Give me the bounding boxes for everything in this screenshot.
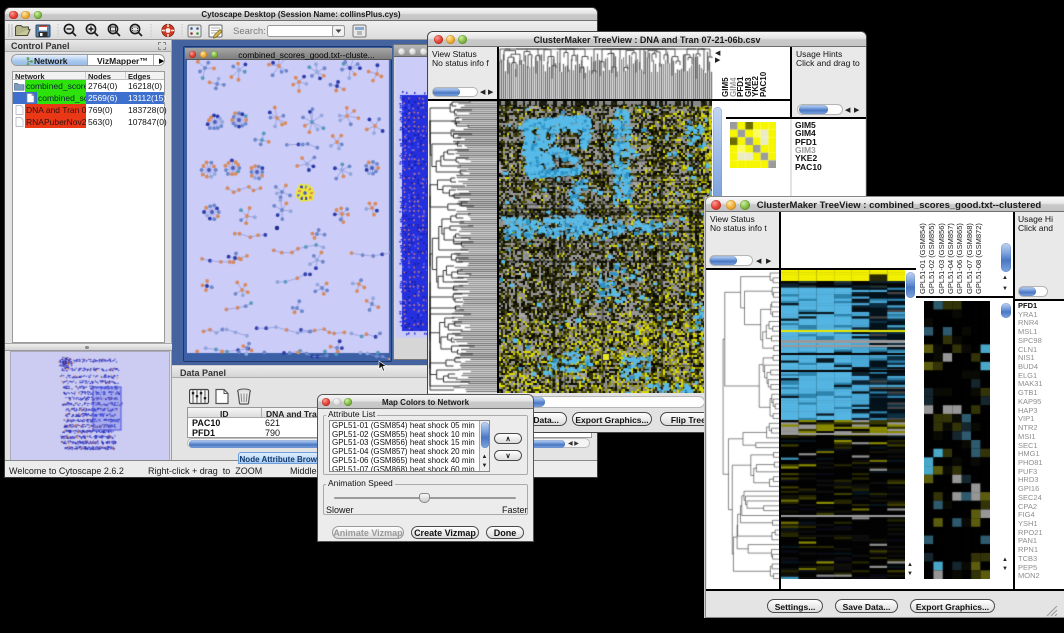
svg-text:Search:: Search: (233, 26, 266, 37)
